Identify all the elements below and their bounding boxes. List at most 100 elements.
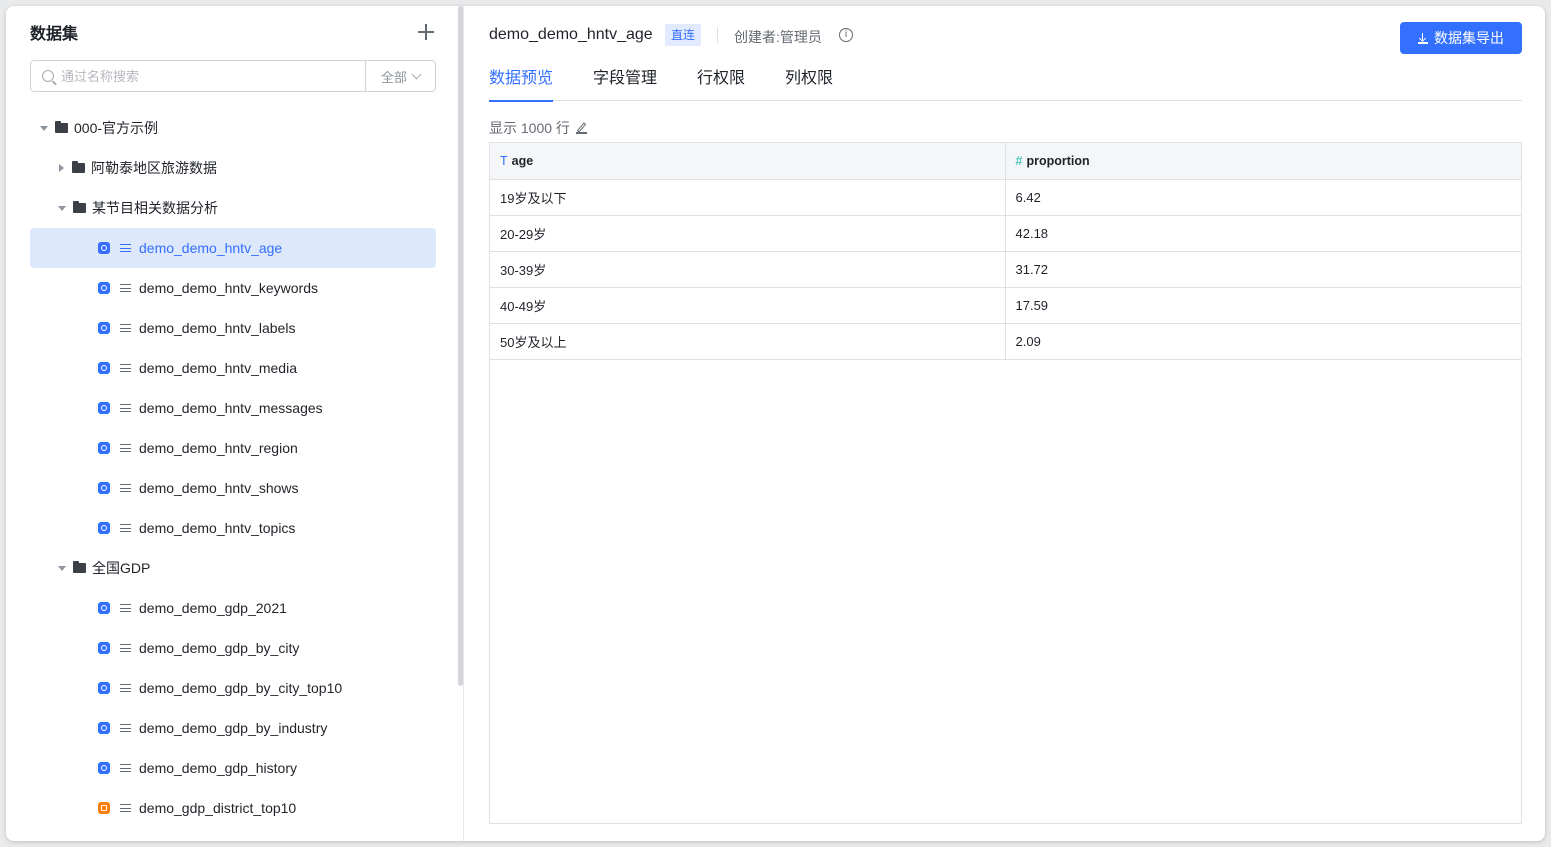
app-window: 数据集 全部 000-官方示例 阿勒泰地区旅游数据 — [6, 6, 1545, 841]
file-dataset-icon — [98, 802, 110, 814]
dataset-icon — [98, 602, 110, 614]
tree-item-hntv-keywords[interactable]: demo_demo_hntv_keywords — [30, 268, 436, 308]
table-cell: 6.42 — [1005, 179, 1521, 216]
tree-item-gdp-by-city[interactable]: demo_demo_gdp_by_city — [30, 628, 436, 668]
dataset-tree: 000-官方示例 阿勒泰地区旅游数据 某节目相关数据分析 demo_demo_h… — [30, 108, 436, 828]
tree-item-label: demo_demo_hntv_labels — [139, 320, 296, 336]
tree-item-hntv-labels[interactable]: demo_demo_hntv_labels — [30, 308, 436, 348]
tree-folder-program[interactable]: 某节目相关数据分析 — [30, 188, 436, 228]
tree-folder-gdp[interactable]: 全国GDP — [30, 548, 436, 588]
dataset-title: demo_demo_hntv_age — [489, 26, 653, 43]
sliders-icon — [120, 803, 131, 813]
text-type-icon: T — [500, 153, 508, 168]
tree-item-label: demo_demo_hntv_shows — [139, 480, 299, 496]
sliders-icon — [120, 603, 131, 613]
creator-label: 创建者:管理员 — [734, 29, 822, 45]
dataset-icon — [98, 242, 110, 254]
dataset-icon — [98, 442, 110, 454]
tree-item-hntv-age[interactable]: demo_demo_hntv_age — [30, 228, 436, 268]
tree-item-label: demo_gdp_district_top10 — [139, 800, 297, 816]
tree-item-hntv-region[interactable]: demo_demo_hntv_region — [30, 428, 436, 468]
tree-folder-official[interactable]: 000-官方示例 — [30, 108, 436, 148]
dataset-icon — [98, 482, 110, 494]
dataset-icon — [98, 402, 110, 414]
column-name: proportion — [1026, 153, 1090, 168]
sliders-icon — [120, 683, 131, 693]
sliders-icon — [120, 523, 131, 533]
caret-down-icon — [58, 205, 66, 211]
data-table: Tage # proportion 19岁及以下 6.42 20-29岁 42.1… — [490, 143, 1521, 360]
sliders-icon — [120, 763, 131, 773]
tree-item-hntv-shows[interactable]: demo_demo_hntv_shows — [30, 468, 436, 508]
sliders-icon — [120, 243, 131, 253]
tree-item-hntv-messages[interactable]: demo_demo_hntv_messages — [30, 388, 436, 428]
tree-item-label: demo_demo_gdp_history — [139, 760, 297, 776]
table-cell: 50岁及以上 — [490, 323, 1006, 360]
tree-item-gdp-history[interactable]: demo_demo_gdp_history — [30, 748, 436, 788]
tree-item-label: demo_demo_gdp_by_city — [139, 640, 300, 656]
table-cell: 31.72 — [1005, 251, 1521, 288]
search-box: 全部 — [30, 60, 436, 92]
caret-right-icon — [59, 164, 64, 172]
sliders-icon — [120, 403, 131, 413]
rows-info-text: 显示 1000 行 — [489, 120, 570, 136]
search-icon — [42, 70, 54, 82]
sidebar-scrollbar[interactable] — [458, 6, 463, 686]
folder-icon — [55, 121, 68, 133]
folder-icon — [72, 161, 85, 173]
edit-icon[interactable] — [575, 123, 587, 134]
add-dataset-button[interactable] — [416, 22, 436, 42]
tree-item-label: demo_demo_hntv_media — [139, 360, 297, 376]
tree-item-label: demo_demo_gdp_2021 — [139, 600, 287, 616]
tree-item-hntv-media[interactable]: demo_demo_hntv_media — [30, 348, 436, 388]
tree-item-label: demo_demo_hntv_topics — [139, 520, 296, 536]
sliders-icon — [120, 483, 131, 493]
dataset-icon — [98, 642, 110, 654]
search-input[interactable] — [31, 61, 365, 91]
caret-down-icon — [40, 125, 48, 131]
tree-item-gdp-district-top10[interactable]: demo_gdp_district_top10 — [30, 788, 436, 828]
table-row: 19岁及以下 6.42 — [490, 179, 1521, 216]
folder-icon — [73, 201, 86, 213]
column-header-age[interactable]: Tage — [490, 143, 1006, 180]
tree-item-gdp-by-industry[interactable]: demo_demo_gdp_by_industry — [30, 708, 436, 748]
tree-item-label: demo_demo_gdp_by_industry — [139, 720, 328, 736]
table-row: 50岁及以上 2.09 — [490, 323, 1521, 360]
tab-column-permission[interactable]: 列权限 — [785, 64, 833, 101]
dataset-icon — [98, 362, 110, 374]
tree-item-hntv-topics[interactable]: demo_demo_hntv_topics — [30, 508, 436, 548]
chevron-down-icon — [411, 69, 422, 79]
column-header-proportion[interactable]: # proportion — [1005, 143, 1521, 180]
dataset-icon — [98, 282, 110, 294]
table-cell: 17.59 — [1005, 287, 1521, 324]
caret-down-icon — [58, 565, 66, 571]
export-dataset-button[interactable]: 数据集导出 — [1400, 22, 1522, 54]
tree-folder-travel[interactable]: 阿勒泰地区旅游数据 — [30, 148, 436, 188]
tree-folder-label: 全国GDP — [92, 560, 151, 576]
dataset-icon — [98, 762, 110, 774]
table-cell: 20-29岁 — [490, 215, 1006, 252]
download-icon — [1418, 32, 1428, 44]
sliders-icon — [120, 723, 131, 733]
table-cell: 30-39岁 — [490, 251, 1006, 288]
info-icon[interactable]: i — [839, 28, 853, 42]
export-label: 数据集导出 — [1434, 30, 1504, 46]
tab-field-management[interactable]: 字段管理 — [593, 64, 657, 101]
tree-item-gdp-2021[interactable]: demo_demo_gdp_2021 — [30, 588, 436, 628]
filter-label: 全部 — [380, 69, 407, 85]
tab-row-permission[interactable]: 行权限 — [697, 64, 745, 101]
sliders-icon — [120, 323, 131, 333]
tree-item-label: demo_demo_hntv_region — [139, 440, 298, 456]
tab-bar: 数据预览 字段管理 行权限 列权限 — [489, 64, 1522, 102]
sliders-icon — [120, 643, 131, 653]
tab-data-preview[interactable]: 数据预览 — [489, 64, 554, 102]
filter-select[interactable]: 全部 — [365, 61, 435, 91]
tree-folder-label: 阿勒泰地区旅游数据 — [91, 160, 217, 176]
tree-item-label: demo_demo_hntv_keywords — [139, 280, 318, 296]
dataset-icon — [98, 322, 110, 334]
tree-item-label: demo_demo_hntv_age — [139, 240, 283, 256]
table-cell: 42.18 — [1005, 215, 1521, 252]
tree-item-gdp-by-city-top10[interactable]: demo_demo_gdp_by_city_top10 — [30, 668, 436, 708]
sidebar-header: 数据集 — [30, 20, 436, 44]
table-cell: 19岁及以下 — [490, 179, 1006, 216]
